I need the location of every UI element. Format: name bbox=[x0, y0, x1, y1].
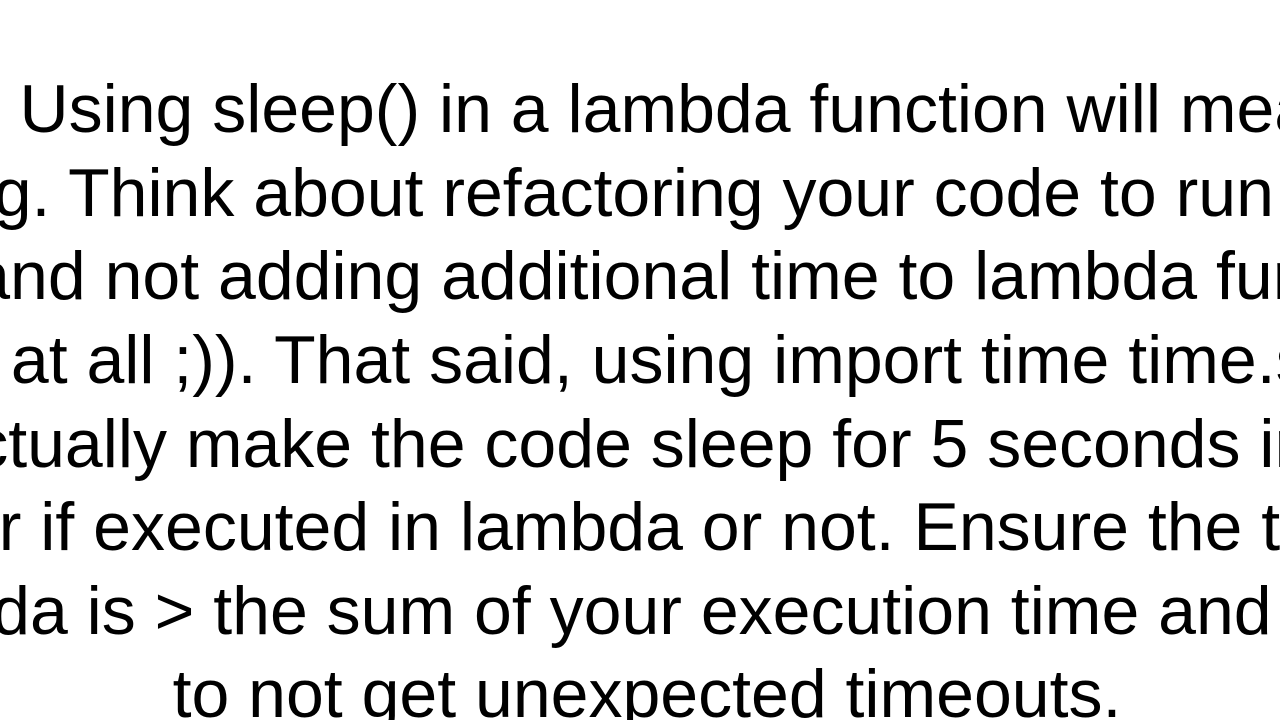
document-viewport: First of all: Using sleep() in a lambda … bbox=[0, 0, 1280, 720]
body-text: First of all: Using sleep() in a lambda … bbox=[0, 68, 1280, 720]
